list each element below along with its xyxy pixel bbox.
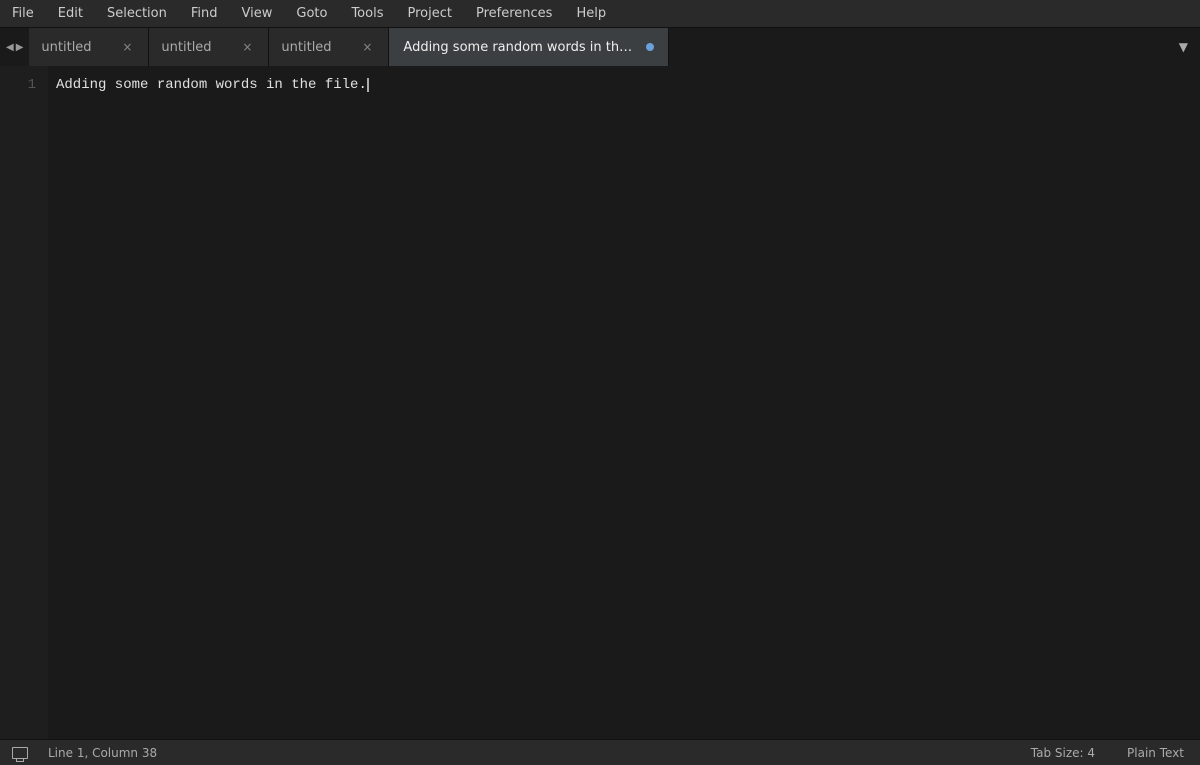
tab-1[interactable]: untitled × (29, 28, 149, 66)
status-right: Tab Size: 4 Plain Text (1027, 746, 1188, 760)
tab-1-close[interactable]: × (118, 39, 136, 55)
menu-edit[interactable]: Edit (54, 4, 87, 23)
menu-selection[interactable]: Selection (103, 4, 171, 23)
tab-active[interactable]: Adding some random words in the file. (389, 28, 669, 66)
monitor-icon (12, 747, 28, 759)
tab-2[interactable]: untitled × (149, 28, 269, 66)
tab-3[interactable]: untitled × (269, 28, 389, 66)
status-bar: Line 1, Column 38 Tab Size: 4 Plain Text (0, 739, 1200, 765)
tab-active-label: Adding some random words in the file. (403, 40, 638, 55)
menu-bar: File Edit Selection Find View Goto Tools… (0, 0, 1200, 28)
tab-2-label: untitled (161, 40, 230, 55)
menu-goto[interactable]: Goto (292, 4, 331, 23)
status-position[interactable]: Line 1, Column 38 (44, 746, 161, 760)
tab-nav-right-arrow[interactable]: ▶ (16, 42, 24, 53)
menu-help[interactable]: Help (572, 4, 610, 23)
editor-line-1-text: Adding some random words in the file. (56, 74, 367, 96)
tab-bar: ◀ ▶ untitled × untitled × untitled × Add… (0, 28, 1200, 66)
editor-area: 1 Adding some random words in the file. (0, 66, 1200, 739)
line-numbers: 1 (0, 66, 48, 739)
menu-file[interactable]: File (8, 4, 38, 23)
status-tab-size[interactable]: Tab Size: 4 (1027, 746, 1099, 760)
tab-modified-dot (646, 43, 654, 51)
menu-find[interactable]: Find (187, 4, 222, 23)
menu-tools[interactable]: Tools (347, 4, 387, 23)
tab-3-close[interactable]: × (358, 39, 376, 55)
line-number-1: 1 (0, 74, 36, 96)
menu-project[interactable]: Project (403, 4, 455, 23)
tab-3-label: untitled (281, 40, 350, 55)
status-syntax[interactable]: Plain Text (1123, 746, 1188, 760)
tab-nav-arrows[interactable]: ◀ ▶ (0, 28, 29, 66)
tab-dropdown-arrow[interactable]: ▼ (1175, 36, 1192, 58)
editor-line-1: Adding some random words in the file. (56, 74, 1192, 96)
menu-preferences[interactable]: Preferences (472, 4, 556, 23)
menu-view[interactable]: View (238, 4, 277, 23)
tab-bar-right: ▼ (1167, 28, 1200, 66)
tab-1-label: untitled (41, 40, 110, 55)
editor-content[interactable]: Adding some random words in the file. (48, 66, 1200, 739)
text-cursor (367, 78, 369, 92)
status-left: Line 1, Column 38 (12, 746, 161, 760)
tab-2-close[interactable]: × (238, 39, 256, 55)
tab-nav-left-arrow[interactable]: ◀ (6, 42, 14, 53)
